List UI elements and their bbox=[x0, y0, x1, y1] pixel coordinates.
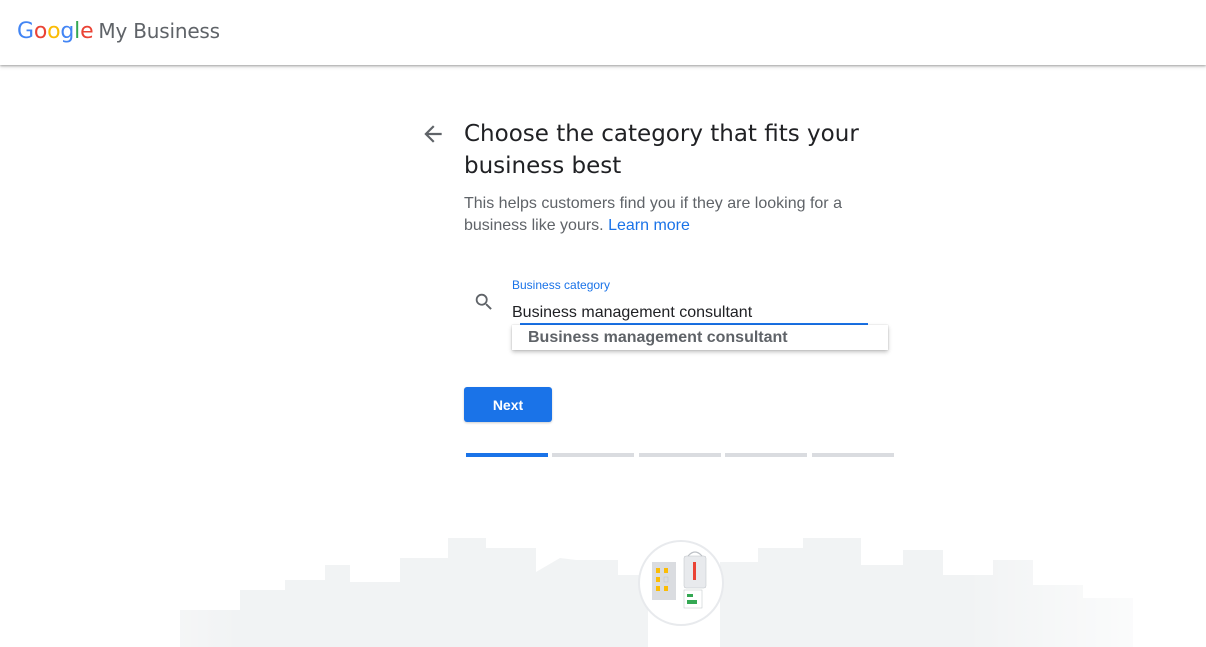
logo-letter: o bbox=[33, 19, 48, 44]
page-title: Choose the category that fits your busin… bbox=[464, 121, 859, 179]
product-name: My Business bbox=[98, 19, 220, 43]
search-icon bbox=[473, 291, 495, 313]
next-button[interactable]: Next bbox=[464, 387, 552, 422]
storefront-badge bbox=[638, 540, 724, 626]
learn-more-link[interactable]: Learn more bbox=[608, 217, 690, 234]
business-category-input[interactable] bbox=[512, 300, 868, 325]
progress-indicator bbox=[466, 453, 896, 457]
progress-step bbox=[812, 453, 894, 457]
back-button[interactable] bbox=[420, 121, 446, 147]
suggestion-item[interactable]: Business management consultant bbox=[528, 329, 788, 347]
logo-letter: e bbox=[80, 19, 94, 44]
city-skyline-illustration bbox=[0, 520, 1206, 647]
page-subtitle: This helps customers find you if they ar… bbox=[464, 193, 864, 237]
google-my-business-logo[interactable]: Google My Business bbox=[17, 19, 220, 44]
progress-step bbox=[639, 453, 721, 457]
progress-step bbox=[552, 453, 634, 457]
progress-step bbox=[725, 453, 807, 457]
logo-letter: o bbox=[47, 19, 61, 44]
logo-letter: g bbox=[60, 19, 75, 44]
storefront-icon bbox=[652, 551, 707, 609]
logo-letter: G bbox=[17, 19, 34, 44]
app-header: Google My Business bbox=[0, 0, 1206, 65]
progress-step bbox=[466, 453, 548, 457]
suggestion-dropdown: Business management consultant bbox=[512, 325, 888, 350]
business-category-label: Business category bbox=[512, 278, 611, 292]
arrow-back-icon bbox=[424, 125, 442, 143]
